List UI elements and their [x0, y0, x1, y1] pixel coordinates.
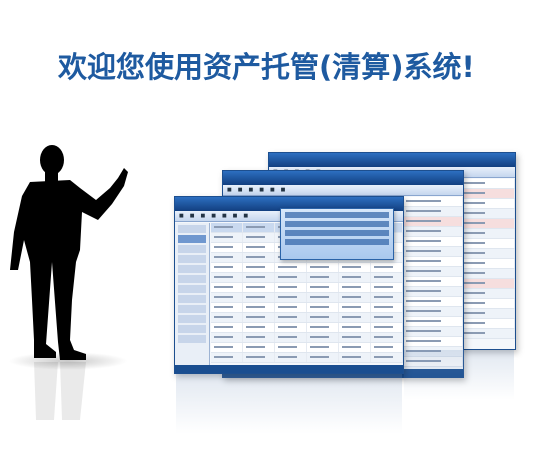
window-sidebar [175, 223, 210, 373]
windows-reflection [176, 374, 402, 434]
silhouette-body [10, 168, 128, 270]
welcome-title: 欢迎您使用资产托管(清算)系统! [58, 50, 475, 84]
window-titlebar [223, 171, 463, 185]
silhouette-legs [30, 262, 56, 358]
floor-shadow [8, 352, 128, 370]
notification-popup [280, 208, 394, 260]
window-statusbar [175, 365, 403, 373]
window-menubar: ■ ■ ■ ■ ■ ■ [223, 185, 463, 196]
window-titlebar [269, 153, 515, 167]
windows-reflection-back [404, 350, 514, 400]
silhouette-head [40, 145, 64, 175]
silhouette-neck [45, 172, 58, 182]
